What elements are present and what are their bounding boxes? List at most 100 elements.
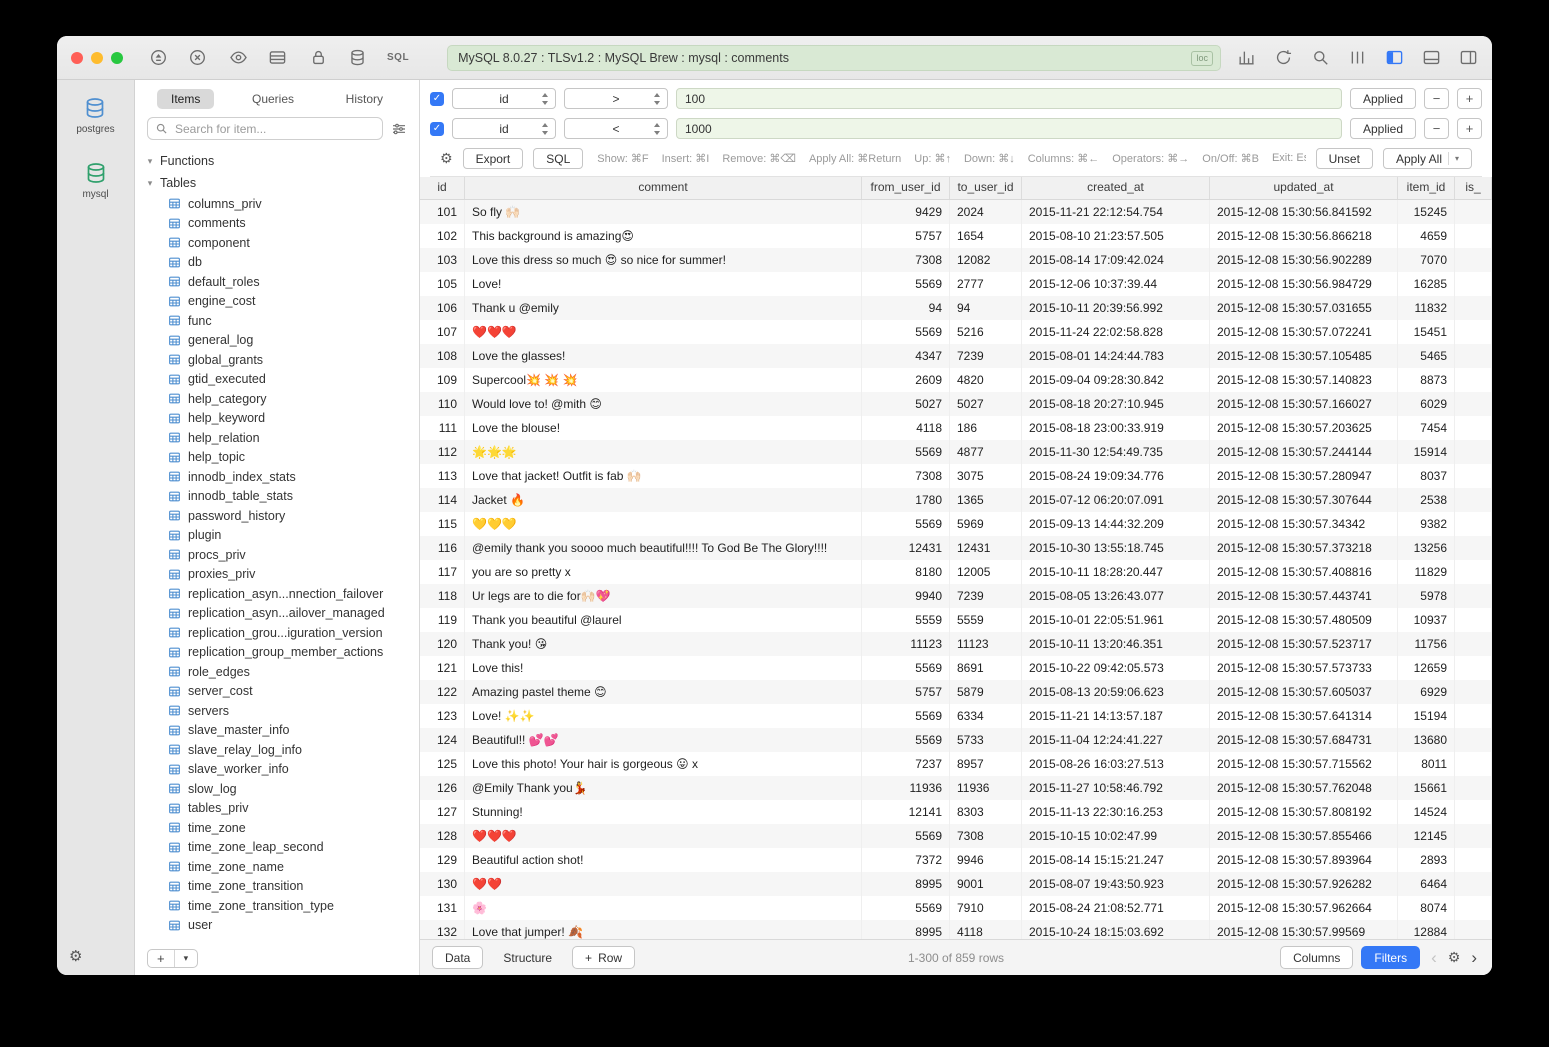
sidebar-table-item[interactable]: comments bbox=[147, 214, 419, 234]
cell-id[interactable]: 110 bbox=[420, 392, 465, 416]
cell-created_at[interactable]: 2015-08-14 15:15:21.247 bbox=[1022, 848, 1210, 872]
cell-created_at[interactable]: 2015-10-11 13:20:46.351 bbox=[1022, 632, 1210, 656]
cell-is_[interactable] bbox=[1455, 536, 1492, 560]
cell-updated_at[interactable]: 2015-12-08 15:30:57.99569 bbox=[1210, 920, 1398, 939]
sidebar-table-item[interactable]: gtid_executed bbox=[147, 370, 419, 390]
cell-id[interactable]: 131 bbox=[420, 896, 465, 920]
cell-is_[interactable] bbox=[1455, 824, 1492, 848]
cell-created_at[interactable]: 2015-11-21 22:12:54.754 bbox=[1022, 200, 1210, 224]
cell-updated_at[interactable]: 2015-12-08 15:30:57.605037 bbox=[1210, 680, 1398, 704]
sidebar-table-item[interactable]: servers bbox=[147, 701, 419, 721]
cell-is_[interactable] bbox=[1455, 584, 1492, 608]
cell-is_[interactable] bbox=[1455, 896, 1492, 920]
cell-updated_at[interactable]: 2015-12-08 15:30:57.480509 bbox=[1210, 608, 1398, 632]
cell-from_user_id[interactable]: 5569 bbox=[862, 440, 950, 464]
cell-from_user_id[interactable]: 12141 bbox=[862, 800, 950, 824]
cell-item_id[interactable]: 7070 bbox=[1398, 248, 1455, 272]
cell-to_user_id[interactable]: 5216 bbox=[950, 320, 1022, 344]
cell-updated_at[interactable]: 2015-12-08 15:30:57.408816 bbox=[1210, 560, 1398, 584]
cell-id[interactable]: 124 bbox=[420, 728, 465, 752]
cell-id[interactable]: 103 bbox=[420, 248, 465, 272]
cell-item_id[interactable]: 11832 bbox=[1398, 296, 1455, 320]
table-row[interactable]: 105Love!556927772015-12-06 10:37:39.4420… bbox=[420, 272, 1492, 296]
cell-id[interactable]: 114 bbox=[420, 488, 465, 512]
cell-updated_at[interactable]: 2015-12-08 15:30:57.808192 bbox=[1210, 800, 1398, 824]
tab-items[interactable]: Items bbox=[157, 89, 214, 109]
cell-to_user_id[interactable]: 8303 bbox=[950, 800, 1022, 824]
cell-comment[interactable]: Supercool💥 💥 💥 bbox=[465, 368, 862, 392]
cell-to_user_id[interactable]: 8957 bbox=[950, 752, 1022, 776]
cell-item_id[interactable]: 11756 bbox=[1398, 632, 1455, 656]
sidebar-table-item[interactable]: time_zone_transition_type bbox=[147, 896, 419, 916]
cell-created_at[interactable]: 2015-10-11 18:28:20.447 bbox=[1022, 560, 1210, 584]
cell-is_[interactable] bbox=[1455, 608, 1492, 632]
cell-from_user_id[interactable]: 7308 bbox=[862, 248, 950, 272]
cell-item_id[interactable]: 13256 bbox=[1398, 536, 1455, 560]
cell-comment[interactable]: Love this photo! Your hair is gorgeous 😛… bbox=[465, 752, 862, 776]
tab-queries[interactable]: Queries bbox=[238, 89, 308, 109]
cell-updated_at[interactable]: 2015-12-08 15:30:57.280947 bbox=[1210, 464, 1398, 488]
sidebar-table-item[interactable]: general_log bbox=[147, 331, 419, 351]
cell-to_user_id[interactable]: 4118 bbox=[950, 920, 1022, 939]
filter-column-select[interactable]: id bbox=[452, 88, 556, 109]
column-header-from_user_id[interactable]: from_user_id bbox=[862, 177, 950, 199]
cell-from_user_id[interactable]: 5569 bbox=[862, 512, 950, 536]
cell-created_at[interactable]: 2015-08-26 16:03:27.513 bbox=[1022, 752, 1210, 776]
cell-created_at[interactable]: 2015-10-01 22:05:51.961 bbox=[1022, 608, 1210, 632]
cell-is_[interactable] bbox=[1455, 224, 1492, 248]
cell-updated_at[interactable]: 2015-12-08 15:30:57.762048 bbox=[1210, 776, 1398, 800]
column-header-item_id[interactable]: item_id bbox=[1398, 177, 1455, 199]
cell-is_[interactable] bbox=[1455, 776, 1492, 800]
cell-comment[interactable]: Thank you! 😘 bbox=[465, 632, 862, 656]
cell-updated_at[interactable]: 2015-12-08 15:30:57.855466 bbox=[1210, 824, 1398, 848]
sidebar-table-item[interactable]: time_zone_leap_second bbox=[147, 838, 419, 858]
cell-item_id[interactable]: 15661 bbox=[1398, 776, 1455, 800]
cell-id[interactable]: 119 bbox=[420, 608, 465, 632]
table-row[interactable]: 127Stunning!1214183032015-11-13 22:30:16… bbox=[420, 800, 1492, 824]
cell-is_[interactable] bbox=[1455, 512, 1492, 536]
sidebar-table-item[interactable]: proxies_priv bbox=[147, 565, 419, 585]
cell-updated_at[interactable]: 2015-12-08 15:30:57.031655 bbox=[1210, 296, 1398, 320]
sidebar-table-item[interactable]: replication_asyn...ailover_managed bbox=[147, 604, 419, 624]
sidebar-table-item[interactable]: component bbox=[147, 233, 419, 253]
cell-updated_at[interactable]: 2015-12-08 15:30:57.105485 bbox=[1210, 344, 1398, 368]
cell-comment[interactable]: @emily thank you soooo much beautiful!!!… bbox=[465, 536, 862, 560]
cell-is_[interactable] bbox=[1455, 560, 1492, 584]
cell-created_at[interactable]: 2015-08-07 19:43:50.923 bbox=[1022, 872, 1210, 896]
cell-item_id[interactable]: 8074 bbox=[1398, 896, 1455, 920]
sidebar-table-item[interactable]: replication_asyn...nnection_failover bbox=[147, 584, 419, 604]
sidebar-table-item[interactable]: time_zone_name bbox=[147, 857, 419, 877]
cell-item_id[interactable]: 6929 bbox=[1398, 680, 1455, 704]
cell-from_user_id[interactable]: 11123 bbox=[862, 632, 950, 656]
sidebar-table-item[interactable]: help_category bbox=[147, 389, 419, 409]
cell-updated_at[interactable]: 2015-12-08 15:30:56.866218 bbox=[1210, 224, 1398, 248]
sidebar-table-item[interactable]: columns_priv bbox=[147, 194, 419, 214]
cell-id[interactable]: 127 bbox=[420, 800, 465, 824]
filter-value-input[interactable] bbox=[677, 119, 1341, 138]
cell-to_user_id[interactable]: 9001 bbox=[950, 872, 1022, 896]
cell-item_id[interactable]: 8037 bbox=[1398, 464, 1455, 488]
cell-from_user_id[interactable]: 94 bbox=[862, 296, 950, 320]
cell-to_user_id[interactable]: 4877 bbox=[950, 440, 1022, 464]
connection-postgres[interactable]: postgres bbox=[76, 96, 114, 135]
filter-enabled-checkbox[interactable]: ✓ bbox=[430, 92, 444, 106]
cell-is_[interactable] bbox=[1455, 296, 1492, 320]
cell-is_[interactable] bbox=[1455, 464, 1492, 488]
cell-comment[interactable]: Stunning! bbox=[465, 800, 862, 824]
cell-comment[interactable]: Ur legs are to die for🙌🏻💖 bbox=[465, 584, 862, 608]
cell-item_id[interactable]: 12145 bbox=[1398, 824, 1455, 848]
sidebar-table-item[interactable]: global_grants bbox=[147, 350, 419, 370]
table-row[interactable]: 129Beautiful action shot!737299462015-08… bbox=[420, 848, 1492, 872]
export-button[interactable]: Export bbox=[463, 148, 524, 169]
sidebar-table-item[interactable]: innodb_table_stats bbox=[147, 487, 419, 507]
cell-created_at[interactable]: 2015-08-13 20:59:06.623 bbox=[1022, 680, 1210, 704]
cell-is_[interactable] bbox=[1455, 704, 1492, 728]
table-row[interactable]: 113Love that jacket! Outfit is fab 🙌🏻730… bbox=[420, 464, 1492, 488]
cell-to_user_id[interactable]: 7239 bbox=[950, 344, 1022, 368]
cell-updated_at[interactable]: 2015-12-08 15:30:57.715562 bbox=[1210, 752, 1398, 776]
minimize-window-button[interactable] bbox=[91, 52, 103, 64]
remove-filter-button[interactable]: − bbox=[1424, 88, 1449, 109]
cell-from_user_id[interactable]: 5569 bbox=[862, 824, 950, 848]
filter-operator-select[interactable]: > bbox=[564, 88, 668, 109]
tree-section-functions[interactable]: ▾ Functions bbox=[145, 150, 419, 172]
